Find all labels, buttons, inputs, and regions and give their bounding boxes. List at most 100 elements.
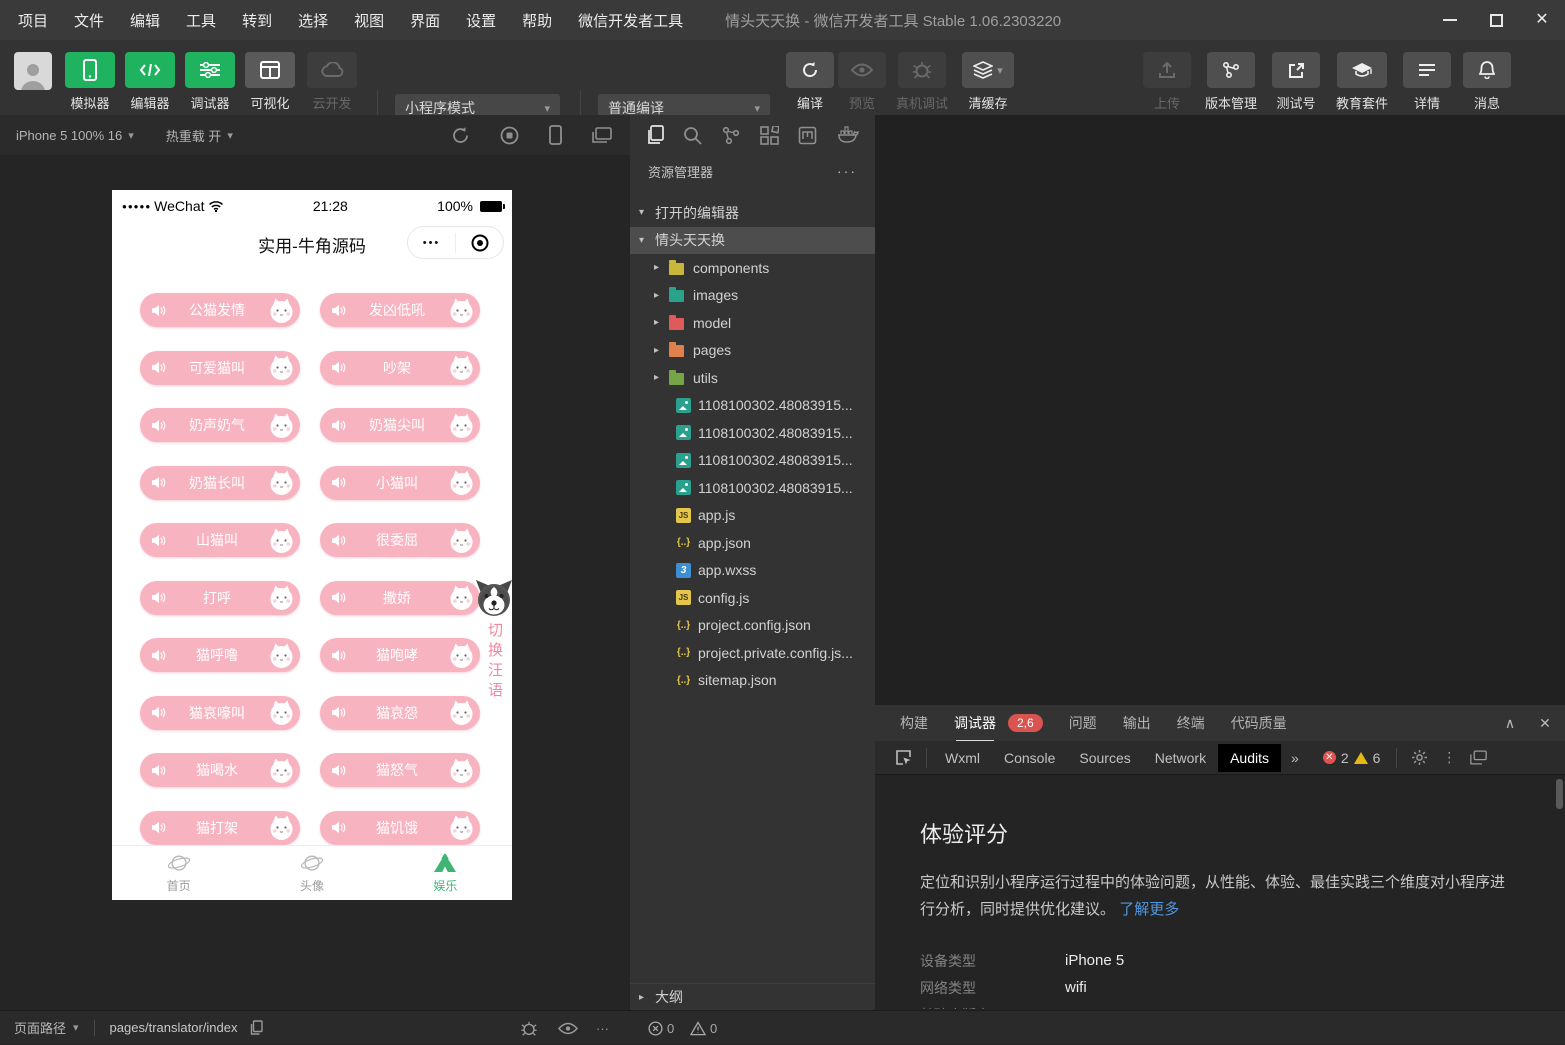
sound-button[interactable]: 发凶低吼 [320,293,480,327]
tree-file[interactable]: project.config.json [630,612,875,640]
sound-button[interactable]: 猫打架 [140,811,300,845]
npm-package-icon[interactable] [798,126,817,145]
sound-button[interactable]: 奶猫尖叫 [320,408,480,442]
source-control-icon[interactable] [722,126,740,145]
tree-file[interactable]: 1108100302.48083915... [630,447,875,475]
tree-file[interactable]: 1108100302.48083915... [630,392,875,420]
sound-button[interactable]: 猫饥饿 [320,811,480,845]
tab-problems[interactable]: 问题 [1069,713,1097,733]
menu-item[interactable]: 界面 [410,10,440,31]
maximize-button[interactable] [1473,0,1519,40]
tree-file[interactable]: 1108100302.48083915... [630,419,875,447]
sound-button[interactable]: 猫怒气 [320,753,480,787]
hot-reload-toggle[interactable]: 热重载 开 ▾ [150,115,249,155]
sound-button[interactable]: 猫呼噜 [140,638,300,672]
more-menu-button[interactable]: ••• [408,237,455,249]
tree-file[interactable]: app.js [630,502,875,530]
sound-button[interactable]: 可爱猫叫 [140,351,300,385]
test-account-button[interactable]: 测试号 [1272,52,1320,112]
debugger-toggle-button[interactable]: 调试器 [185,52,235,112]
extensions-icon[interactable] [760,126,779,145]
sound-button[interactable]: 很委屈 [320,523,480,557]
sound-button[interactable]: 奶声奶气 [140,408,300,442]
scrollbar-thumb[interactable] [1556,779,1563,809]
tree-folder[interactable]: ▸ components [630,254,875,282]
devtools-tab-console[interactable]: Console [992,744,1067,772]
tree-file[interactable]: app.wxss [630,557,875,585]
menu-item[interactable]: 编辑 [130,10,160,31]
minimize-button[interactable] [1427,0,1473,40]
husky-toggle-icon[interactable] [474,578,512,618]
sound-button[interactable]: 山猫叫 [140,523,300,557]
devtools-tab-wxml[interactable]: Wxml [933,744,992,772]
files-icon[interactable] [646,125,664,145]
sound-button[interactable]: 猫哀怨 [320,696,480,730]
compile-button[interactable]: 编译 [786,52,834,112]
tree-file[interactable]: config.js [630,584,875,612]
sound-button[interactable]: 打呼 [140,581,300,615]
devtools-settings-icon[interactable] [1411,749,1428,766]
devtools-tab-network[interactable]: Network [1143,744,1218,772]
sound-button[interactable]: 公猫发情 [140,293,300,327]
sound-button[interactable]: 吵架 [320,351,480,385]
tab-terminal[interactable]: 终端 [1177,713,1205,733]
vconsole-bug-icon[interactable] [520,1011,538,1045]
avatar[interactable] [14,52,52,90]
menu-item[interactable]: 视图 [354,10,384,31]
statusbar-more-button[interactable]: ··· [596,1011,609,1045]
tab-code-quality[interactable]: 代码质量 [1231,713,1287,733]
learn-more-link[interactable]: 了解更多 [1119,901,1179,918]
sound-button[interactable]: 猫哀嚎叫 [140,696,300,730]
restart-icon[interactable] [451,126,470,145]
sound-button[interactable]: 猫喝水 [140,753,300,787]
tree-section-project[interactable]: ▾ 情头天天换 [630,227,875,255]
menu-item[interactable]: 设置 [466,10,496,31]
clear-cache-button[interactable]: ▾ 清缓存 [962,52,1014,112]
more-tabs-button[interactable]: » [1291,750,1299,766]
devtools-menu-button[interactable]: ⋮ [1442,749,1456,766]
menu-item[interactable]: 选择 [298,10,328,31]
menu-item[interactable]: 工具 [186,10,216,31]
tab-home[interactable]: 首页 [112,846,245,900]
tree-section-open-editors[interactable]: ▾ 打开的编辑器 [630,199,875,227]
edu-suite-button[interactable]: 教育套件 [1337,52,1387,112]
exit-target-button[interactable] [456,234,503,252]
menu-item[interactable]: 转到 [242,10,272,31]
menu-item[interactable]: 项目 [18,10,48,31]
tree-folder[interactable]: ▸ utils [630,364,875,392]
tab-output[interactable]: 输出 [1123,713,1151,733]
editor-toggle-button[interactable]: 编辑器 [125,52,175,112]
device-selector[interactable]: iPhone 5 100% 16 ▾ [0,115,150,155]
tree-folder[interactable]: ▸ images [630,282,875,310]
tab-build[interactable]: 构建 [900,713,928,733]
docker-whale-icon[interactable] [837,126,859,144]
tree-file[interactable]: 1108100302.48083915... [630,474,875,502]
messages-button[interactable]: 消息 [1463,52,1511,112]
stop-icon[interactable] [500,126,519,145]
tab-avatar[interactable]: 头像 [245,846,378,900]
device-icon[interactable] [549,125,562,145]
sound-button[interactable]: 奶猫长叫 [140,466,300,500]
inspect-element-icon[interactable] [895,749,912,766]
multi-window-icon[interactable] [592,127,612,144]
menu-item[interactable]: 微信开发者工具 [578,10,683,31]
close-panel-button[interactable]: ✕ [1530,705,1560,741]
close-button[interactable]: ✕ [1519,0,1565,40]
details-button[interactable]: 详情 [1403,52,1451,112]
simulator-toggle-button[interactable]: 模拟器 [65,52,115,112]
version-control-button[interactable]: 版本管理 [1207,52,1255,112]
tree-folder[interactable]: ▸ pages [630,337,875,365]
sound-button[interactable]: 猫咆哮 [320,638,480,672]
sound-button[interactable]: 小猫叫 [320,466,480,500]
devtools-tab-sources[interactable]: Sources [1067,744,1142,772]
tree-file[interactable]: app.json [630,529,875,557]
tree-file[interactable]: sitemap.json [630,667,875,695]
tab-debugger[interactable]: 调试器 [954,713,996,733]
tree-folder[interactable]: ▸ model [630,309,875,337]
tab-fun[interactable]: 娱乐 [379,846,512,900]
page-path-label[interactable]: 页面路径 [14,1018,66,1037]
undock-icon[interactable] [1470,750,1487,765]
search-icon[interactable] [683,126,702,145]
menu-item[interactable]: 帮助 [522,10,552,31]
visibility-icon[interactable] [558,1011,578,1045]
